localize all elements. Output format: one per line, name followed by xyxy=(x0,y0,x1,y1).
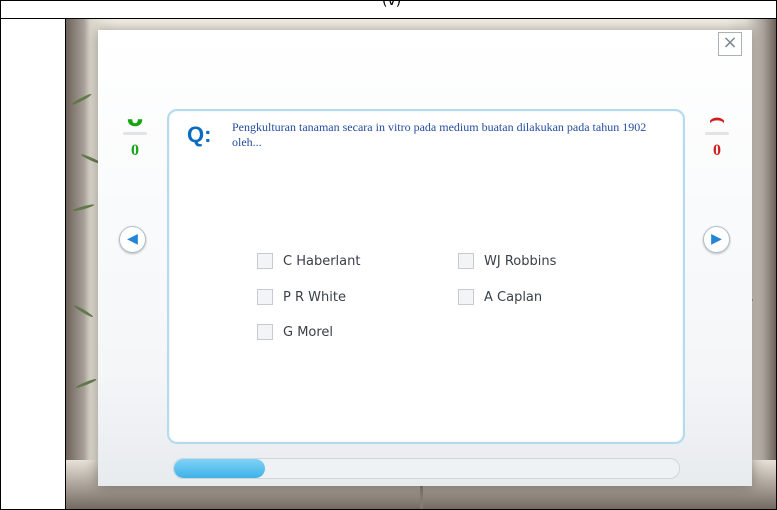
question-marker: Q: xyxy=(187,122,212,147)
question-text: Pengkulturan tanaman secara in vitro pad… xyxy=(232,120,647,149)
answer-label: C Haberlant xyxy=(283,253,361,269)
incorrect-count: 0 xyxy=(713,142,721,159)
left-white-margin xyxy=(1,19,66,509)
quiz-progress-bar xyxy=(173,458,680,479)
answer-checkbox[interactable] xyxy=(257,253,273,269)
answer-checkbox[interactable] xyxy=(458,289,474,305)
top-text-fragment: (v) xyxy=(382,0,402,9)
answer-option[interactable]: A Caplan xyxy=(458,287,542,307)
quiz-progress-fill xyxy=(174,459,265,478)
incorrect-score: ⌢ 0 xyxy=(699,104,735,161)
plant-leaf-left xyxy=(72,203,95,212)
question-panel: Q: Pengkulturan tanaman secara in vitro … xyxy=(167,109,685,444)
answer-label: G Morel xyxy=(283,324,334,340)
quiz-dialog: × ᴗ 0 ⌢ 0 ◀ ▶ Q: Pengkulturan tanaman se… xyxy=(98,30,752,486)
previous-button[interactable]: ◀ xyxy=(119,226,146,253)
screenshot-frame: (v) × ᴗ 0 ⌢ 0 ◀ ▶ Q: Pengkulturan tanama… xyxy=(0,0,777,510)
answer-option[interactable]: P R White xyxy=(257,287,346,307)
answer-option[interactable]: G Morel xyxy=(257,322,333,342)
answer-option[interactable]: WJ Robbins xyxy=(458,251,556,271)
smile-icon: ᴗ xyxy=(126,104,144,132)
plant-leaf-left xyxy=(73,304,94,319)
answer-checkbox[interactable] xyxy=(458,253,474,269)
score-divider xyxy=(705,132,729,135)
close-icon: × xyxy=(722,32,738,53)
correct-score: ᴗ 0 xyxy=(117,104,153,161)
next-arrow-icon: ▶ xyxy=(711,231,722,247)
frown-icon: ⌢ xyxy=(709,104,725,132)
score-divider xyxy=(123,132,147,135)
correct-count: 0 xyxy=(131,142,139,159)
close-button[interactable]: × xyxy=(718,32,742,56)
answer-label: A Caplan xyxy=(484,289,543,305)
previous-arrow-icon: ◀ xyxy=(127,231,138,247)
answer-label: WJ Robbins xyxy=(484,253,557,269)
next-button[interactable]: ▶ xyxy=(703,226,730,253)
top-frame-strip: (v) xyxy=(1,1,776,19)
answer-option[interactable]: C Haberlant xyxy=(257,251,360,271)
answer-checkbox[interactable] xyxy=(257,324,273,340)
plant-leaf-left xyxy=(75,377,97,389)
plant-leaf-left xyxy=(71,92,93,106)
answer-label: P R White xyxy=(283,289,346,305)
answer-checkbox[interactable] xyxy=(257,289,273,305)
